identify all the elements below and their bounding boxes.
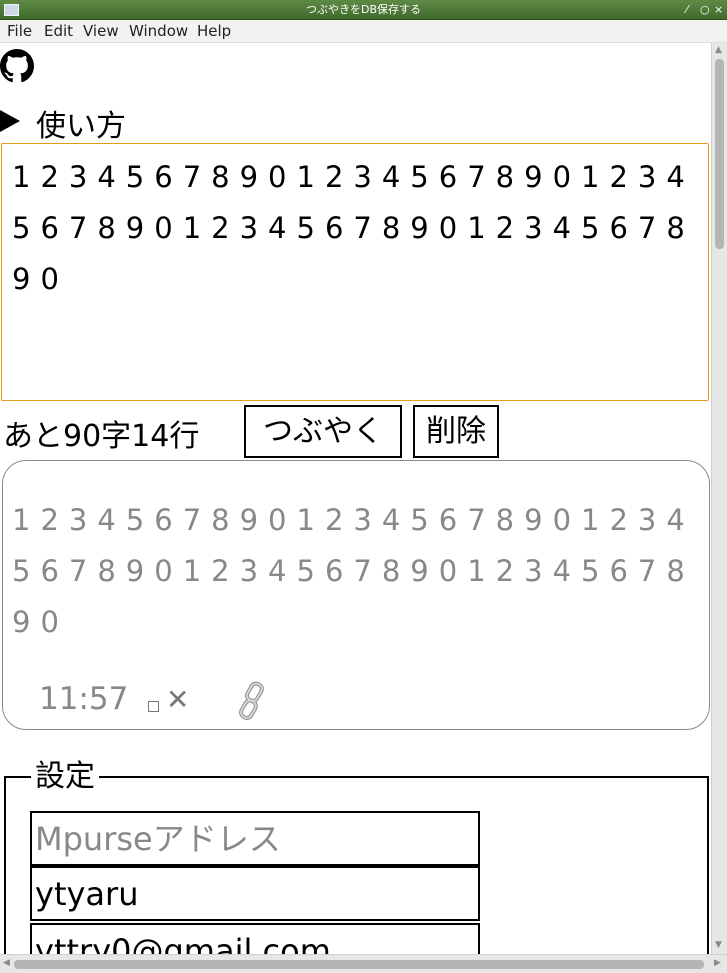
scroll-down-icon[interactable]: ▼	[715, 940, 722, 950]
menu-bar: File Edit View Window Help	[0, 20, 727, 43]
vertical-scroll-thumb[interactable]	[715, 59, 724, 249]
post-select-checkbox[interactable]	[148, 701, 159, 712]
post-text: 1234567890123456789012345678901234567890…	[12, 503, 695, 639]
scroll-left-icon[interactable]: ◀	[3, 958, 10, 968]
howto-label: 使い方	[36, 109, 126, 144]
scroll-up-icon[interactable]: ▲	[715, 45, 722, 55]
window-title: つぶやきをDB保存する	[305, 3, 422, 16]
menu-file[interactable]: File	[7, 20, 32, 42]
post-card: 1234567890123456789012345678901234567890…	[2, 460, 710, 730]
email-input[interactable]	[30, 923, 480, 954]
menu-view[interactable]: View	[83, 20, 119, 42]
minimize-icon[interactable]: ⁄	[686, 0, 688, 19]
github-icon[interactable]	[0, 49, 34, 83]
disclosure-triangle-icon	[0, 110, 20, 132]
horizontal-scroll-thumb[interactable]	[14, 960, 704, 969]
app-icon	[4, 4, 19, 16]
post-button[interactable]: つぶやく	[244, 405, 402, 458]
page-content: 使い方 123456789012345678901234567890123456…	[0, 43, 711, 954]
tweet-textarea[interactable]: 1234567890123456789012345678901234567890…	[1, 143, 709, 401]
delete-button[interactable]: 削除	[413, 405, 499, 458]
close-icon[interactable]: ✕	[166, 683, 189, 716]
action-row: あと90字14行 つぶやく 削除	[0, 403, 711, 461]
close-window-icon[interactable]: ×	[714, 0, 723, 19]
menu-help[interactable]: Help	[197, 20, 231, 42]
menu-window[interactable]: Window	[129, 20, 188, 42]
username-input[interactable]	[30, 866, 480, 921]
vertical-scrollbar[interactable]: ▲ ▼	[711, 43, 727, 954]
link-icon[interactable]	[235, 681, 271, 721]
mpurse-address-input[interactable]	[30, 811, 480, 866]
post-time: 11:57	[39, 681, 129, 717]
scroll-right-icon[interactable]: ▶	[714, 958, 721, 968]
menu-edit[interactable]: Edit	[44, 20, 73, 42]
remaining-counter: あと90字14行	[3, 419, 200, 454]
settings-legend: 設定	[35, 759, 95, 794]
window-titlebar[interactable]: つぶやきをDB保存する ⁄ ○ ×	[0, 0, 727, 20]
horizontal-scrollbar[interactable]: ◀ ▶	[0, 954, 727, 973]
maximize-icon[interactable]: ○	[700, 0, 710, 19]
